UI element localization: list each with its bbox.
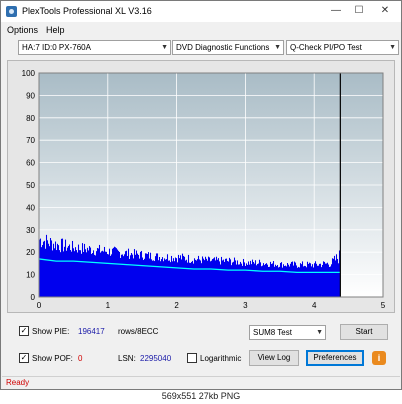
test-select[interactable]: Q-Check PI/PO Test ▼ [286,40,399,55]
show-pie-checkbox[interactable]: ✓ [19,326,29,336]
y-tick-label: 20 [26,248,35,257]
device-select-value: HA:7 ID:0 PX-760A [22,43,91,52]
y-tick-label: 10 [26,271,35,280]
lsn-value: 2295040 [140,354,172,363]
y-tick-label: 30 [26,226,35,235]
sum-test-value: SUM8 Test [253,328,292,337]
show-pof-checkbox[interactable]: ✓ [19,353,29,363]
menu-options[interactable]: Options [7,25,38,35]
x-tick-label: 4 [312,301,317,310]
menu-bar: Options Help [1,23,401,37]
function-select[interactable]: DVD Diagnostic Functions ▼ [172,40,284,55]
sum-test-select[interactable]: SUM8 Test ▼ [249,325,326,340]
chevron-down-icon: ▼ [389,44,396,51]
info-icon[interactable]: i [372,351,386,365]
function-select-value: DVD Diagnostic Functions [176,43,270,52]
y-tick-label: 50 [26,181,35,190]
view-log-button[interactable]: View Log [249,350,299,366]
x-tick-label: 2 [174,301,179,310]
show-pof-label: Show POF: [32,354,73,363]
chevron-down-icon: ▼ [161,44,168,51]
app-window: PlexTools Professional XL V3.16 — ☐ ✕ Op… [0,0,402,390]
y-tick-label: 60 [26,159,35,168]
minimize-button[interactable]: — [324,3,348,19]
start-button[interactable]: Start [340,324,388,340]
logarithmic-label: Logarithmic [200,354,242,363]
preferences-button[interactable]: Preferences [306,350,364,366]
show-pie-label: Show PIE: [32,327,70,336]
x-tick-label: 1 [106,301,111,310]
y-tick-label: 100 [22,69,36,78]
image-caption: 569x551 27kb PNG [0,390,402,404]
maximize-button[interactable]: ☐ [347,3,371,19]
x-tick-label: 3 [243,301,248,310]
pie-unit: rows/8ECC [118,327,159,336]
y-tick-label: 70 [26,136,35,145]
x-tick-label: 5 [381,301,386,310]
y-tick-label: 0 [31,293,36,302]
title-bar: PlexTools Professional XL V3.16 — ☐ ✕ [1,1,401,22]
window-title: PlexTools Professional XL V3.16 [22,6,152,16]
plextools-app-icon [6,6,17,17]
pi-chart-panel: 0 10 20 30 40 50 60 70 80 90 100 0 1 2 3 4 5 [7,60,395,313]
x-tick-label: 0 [37,301,42,310]
chevron-down-icon: ▼ [316,329,323,336]
status-bar: Ready [2,376,400,389]
chevron-down-icon: ▼ [274,44,281,51]
controls-panel: ✓ Show PIE: 196417 rows/8ECC SUM8 Test ▼… [1,317,401,377]
y-tick-label: 80 [26,114,35,123]
toolbar: HA:7 ID:0 PX-760A ▼ DVD Diagnostic Funct… [1,38,401,58]
y-tick-label: 90 [26,91,35,100]
close-button[interactable]: ✕ [373,3,397,19]
menu-help[interactable]: Help [46,25,65,35]
status-text: Ready [6,378,30,387]
pie-value: 196417 [78,327,105,336]
pi-chart: 0 10 20 30 40 50 60 70 80 90 100 0 1 2 3 4 5 [22,69,386,310]
logarithmic-checkbox[interactable] [187,353,197,363]
lsn-label: LSN: [118,354,136,363]
y-tick-label: 40 [26,203,35,212]
device-select[interactable]: HA:7 ID:0 PX-760A ▼ [18,40,171,55]
test-select-value: Q-Check PI/PO Test [290,43,362,52]
pof-value: 0 [78,354,83,363]
